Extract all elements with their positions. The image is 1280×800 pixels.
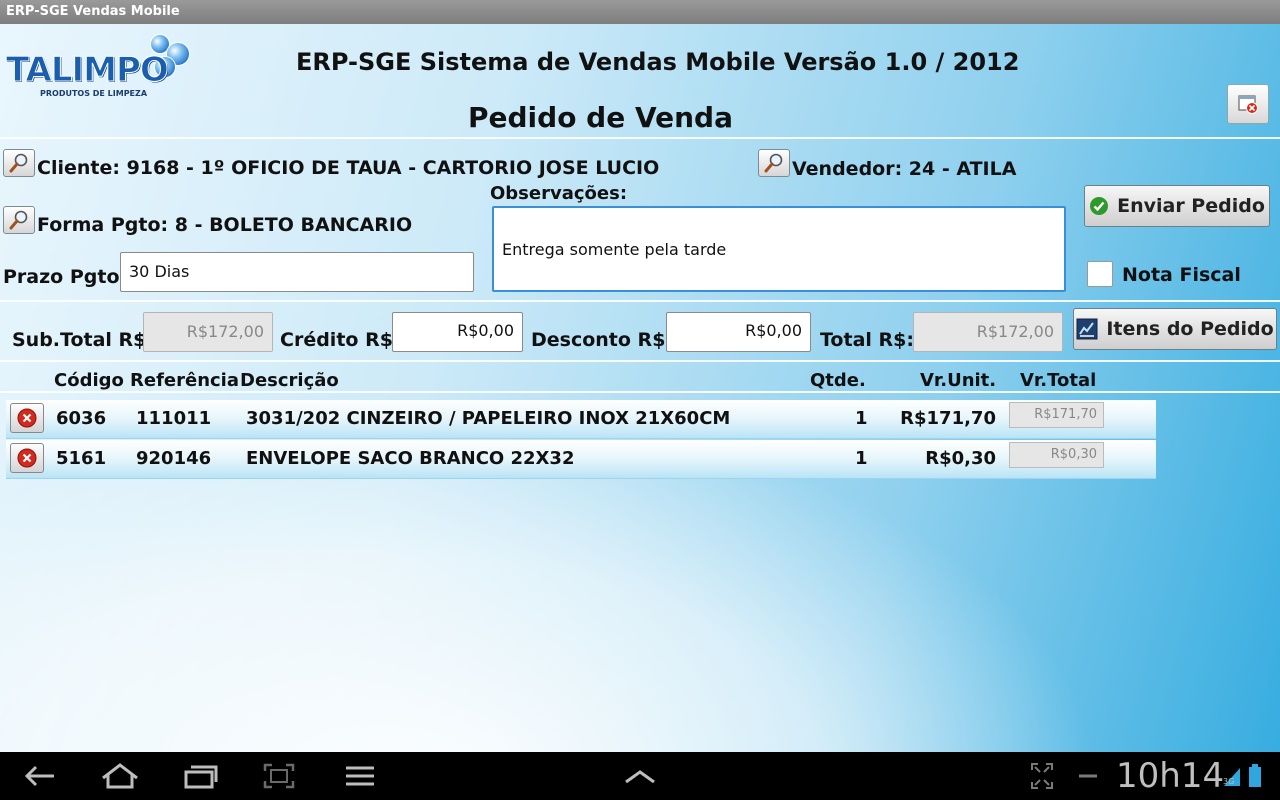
- cell-referencia: 920146: [136, 448, 212, 469]
- cliente-lookup-button[interactable]: [3, 149, 35, 177]
- recent-apps-icon[interactable]: [183, 762, 219, 790]
- col-header-referencia: Referência: [130, 370, 239, 391]
- observacoes-textarea[interactable]: Entrega somente pela tarde: [492, 206, 1066, 292]
- total-field: R$172,00: [913, 312, 1063, 352]
- forma-pgto-lookup-button[interactable]: [3, 206, 35, 234]
- back-icon[interactable]: [22, 762, 58, 790]
- divider: [0, 391, 1280, 393]
- cell-referencia: 111011: [136, 408, 212, 429]
- cell-codigo: 6036: [56, 408, 107, 429]
- app-title: ERP-SGE Sistema de Vendas Mobile Versão …: [296, 48, 1020, 76]
- window-title: ERP-SGE Vendas Mobile: [6, 4, 180, 19]
- home-icon[interactable]: [100, 762, 140, 790]
- forma-pgto-label: Forma Pgto: 8 - BOLETO BANCARIO: [37, 214, 413, 236]
- nota-fiscal-checkbox[interactable]: [1087, 261, 1113, 287]
- remove-icon: [17, 448, 37, 468]
- remove-icon: [17, 408, 37, 428]
- credito-input[interactable]: R$0,00: [392, 312, 523, 352]
- enviar-pedido-button[interactable]: Enviar Pedido: [1084, 185, 1270, 227]
- desconto-label: Desconto R$:: [531, 329, 674, 351]
- subtotal-field: R$172,00: [143, 312, 273, 352]
- menu-icon[interactable]: [345, 762, 375, 790]
- divider: [0, 360, 1280, 362]
- cell-codigo: 5161: [56, 448, 107, 469]
- cell-descricao: ENVELOPE SACO BRANCO 22X32: [246, 448, 575, 469]
- cell-vr-total: R$0,30: [1009, 442, 1104, 468]
- magnifier-icon: [9, 153, 28, 173]
- cliente-label: Cliente: 9168 - 1º OFICIO DE TAUA - CART…: [37, 157, 660, 179]
- remove-item-button[interactable]: [10, 403, 44, 433]
- system-nav-bar: 10h14 3G: [0, 752, 1280, 800]
- cell-descricao: 3031/202 CINZEIRO / PAPELEIRO INOX 21X60…: [246, 408, 731, 429]
- logo-subtitle: PRODUTOS DE LIMPEZA: [40, 89, 148, 98]
- divider: [0, 137, 1280, 139]
- check-icon: [1090, 197, 1109, 215]
- battery-icon: [1249, 764, 1261, 787]
- remove-item-button[interactable]: [10, 443, 44, 473]
- col-header-codigo: Código: [54, 370, 124, 391]
- network-type-label: 3G: [1223, 777, 1234, 786]
- signal-3g-icon: 3G: [1223, 768, 1240, 786]
- close-icon: [1238, 95, 1258, 114]
- chevron-up-icon[interactable]: [623, 762, 657, 790]
- credito-label: Crédito R$:: [280, 329, 401, 351]
- itens-pedido-label: Itens do Pedido: [1106, 318, 1274, 340]
- divider: [0, 300, 1280, 302]
- close-button[interactable]: [1227, 84, 1269, 124]
- screenshot-icon[interactable]: [262, 762, 296, 790]
- nota-fiscal-label: Nota Fiscal: [1122, 264, 1241, 286]
- subtotal-label: Sub.Total R$:: [12, 329, 154, 351]
- cell-vr-unit: R$0,30: [925, 448, 996, 469]
- brand-logo: TALIMPO PRODUTOS DE LIMPEZA: [4, 28, 194, 104]
- list-icon: [1076, 318, 1098, 340]
- desconto-input[interactable]: R$0,00: [666, 312, 811, 352]
- table-row: 5161 920146 ENVELOPE SACO BRANCO 22X32 1…: [6, 440, 1156, 479]
- app-content: TALIMPO PRODUTOS DE LIMPEZA ERP-SGE Sist…: [0, 24, 1280, 752]
- status-clock: 10h14: [1116, 756, 1225, 796]
- enviar-pedido-label: Enviar Pedido: [1117, 195, 1265, 217]
- window-title-bar: ERP-SGE Vendas Mobile: [0, 0, 1280, 24]
- vendedor-lookup-button[interactable]: [758, 149, 790, 177]
- cell-qtde: 1: [855, 448, 868, 469]
- logo-text: TALIMPO: [6, 50, 170, 91]
- itens-pedido-button[interactable]: Itens do Pedido: [1073, 308, 1277, 350]
- total-label: Total R$:: [820, 329, 914, 351]
- cell-qtde: 1: [855, 408, 868, 429]
- cell-vr-total: R$171,70: [1009, 402, 1104, 428]
- col-header-descricao: Descrição: [240, 370, 339, 391]
- expand-icon[interactable]: [1030, 762, 1054, 790]
- magnifier-icon: [764, 153, 783, 173]
- col-header-vr-total: Vr.Total: [1020, 370, 1097, 391]
- minimize-icon[interactable]: [1077, 762, 1099, 790]
- col-header-qtde: Qtde.: [810, 370, 866, 391]
- prazo-input[interactable]: 30 Dias: [120, 252, 474, 292]
- table-row: 6036 111011 3031/202 CINZEIRO / PAPELEIR…: [6, 400, 1156, 439]
- prazo-label: Prazo Pgto:: [3, 266, 128, 288]
- magnifier-icon: [9, 210, 28, 230]
- observacoes-label: Observações:: [490, 183, 628, 204]
- vendedor-label: Vendedor: 24 - ATILA: [792, 158, 1017, 180]
- cell-vr-unit: R$171,70: [900, 408, 996, 429]
- page-title: Pedido de Venda: [468, 101, 733, 134]
- col-header-vr-unit: Vr.Unit.: [920, 370, 997, 391]
